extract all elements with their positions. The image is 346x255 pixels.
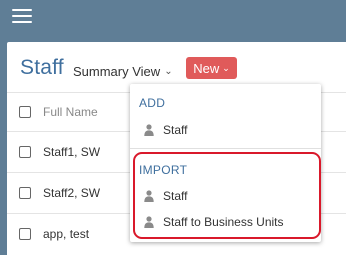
menu-item-import-staff[interactable]: Staff [130, 185, 321, 207]
new-button-label: New [193, 60, 220, 76]
menu-item-label: Staff to Business Units [163, 215, 284, 229]
column-header-full-name[interactable]: Full Name [43, 105, 98, 119]
person-icon [144, 124, 154, 136]
view-select-dropdown[interactable]: Summary View ⌄ [73, 64, 173, 79]
new-button[interactable]: New ⌄ [186, 57, 237, 79]
chevron-down-icon: ⌄ [164, 66, 173, 77]
row-checkbox[interactable] [19, 187, 31, 199]
chevron-down-icon: ⌄ [222, 62, 230, 73]
top-bar [0, 0, 346, 34]
row-full-name: app, test [43, 227, 90, 241]
row-full-name: Staff2, SW [43, 186, 101, 200]
row-full-name: Staff1, SW [43, 145, 101, 159]
view-select-label: Summary View [73, 64, 161, 79]
row-checkbox[interactable] [19, 146, 31, 158]
menu-item-add-staff[interactable]: Staff [130, 119, 321, 141]
person-icon [144, 190, 154, 202]
section-heading-import: IMPORT [139, 163, 188, 177]
menu-item-label: Staff [163, 123, 188, 137]
menu-item-import-staff-to-business-units[interactable]: Staff to Business Units [130, 211, 321, 233]
menu-divider [130, 148, 321, 149]
new-dropdown-menu: ADD Staff IMPORT Staff Staff to Business… [130, 84, 321, 242]
row-checkbox[interactable] [19, 228, 31, 240]
hamburger-icon[interactable] [12, 9, 32, 23]
select-all-checkbox[interactable] [19, 106, 31, 118]
page-title: Staff [20, 56, 64, 79]
person-icon [144, 216, 154, 228]
section-heading-add: ADD [139, 96, 166, 110]
menu-item-label: Staff [163, 189, 188, 203]
